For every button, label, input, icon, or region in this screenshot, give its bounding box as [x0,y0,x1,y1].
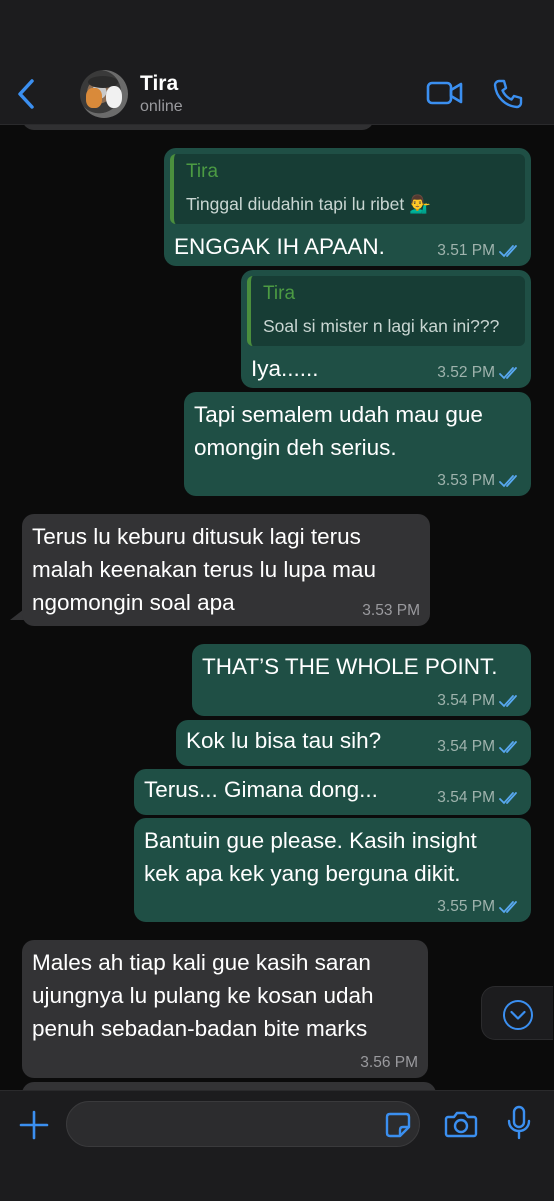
chevron-down-icon [503,1000,533,1030]
message-outgoing[interactable]: Bantuin gue please. Kasih insight kek ap… [134,818,531,922]
message-text-line: Terus lu keburu ditusuk lagi terus [32,524,361,549]
message-time: 3.54 PM [437,789,495,806]
message-time: 3.56 PM [360,1054,418,1071]
quote-text: Soal si mister n lagi kan ini??? [263,316,500,336]
message-outgoing[interactable]: Tira Tinggal diudahin tapi lu ribet 💁‍♂️… [164,148,531,266]
message-outgoing[interactable]: Tira Soal si mister n lagi kan ini??? Iy… [241,270,531,388]
camera-icon[interactable] [444,1109,478,1139]
message-meta: 3.53 PM [437,472,521,490]
video-call-icon[interactable] [426,78,464,108]
message-text-line: malah keenakan terus lu lupa mau [32,557,376,582]
message-text: THAT’S THE WHOLE POINT. [202,654,498,679]
quote-text: Tinggal diudahin tapi lu ribet 💁‍♂️ [186,194,431,214]
message-meta: 3.54 PM [437,738,521,756]
message-time: 3.55 PM [437,898,495,915]
contact-name[interactable]: Tira [140,72,178,96]
message-meta: 3.51 PM [437,242,521,260]
double-check-icon [499,741,517,754]
message-time: 3.53 PM [362,602,420,619]
contact-status: online [140,98,183,115]
message-outgoing[interactable]: Tapi semalem udah mau gue omongin deh se… [184,392,531,496]
message-incoming[interactable]: Males ah tiap kali gue kasih saran ujung… [22,940,428,1078]
message-incoming[interactable]: Terus lu keburu ditusuk lagi terus malah… [22,514,430,626]
message-time: 3.51 PM [437,242,495,259]
cut-off-message [22,1082,436,1090]
message-text-line: Tapi semalem udah mau gue [194,402,483,427]
message-text-line: ujungnya lu pulang ke kosan udah [32,983,374,1008]
message-time: 3.54 PM [437,692,495,709]
quoted-reply[interactable]: Tira Soal si mister n lagi kan ini??? [247,276,525,346]
message-meta: 3.56 PM [360,1054,418,1072]
message-outgoing[interactable]: THAT’S THE WHOLE POINT. 3.54 PM [192,644,531,716]
message-outgoing[interactable]: Terus... Gimana dong... 3.54 PM [134,769,531,815]
quote-author: Tira [186,161,219,182]
message-time: 3.53 PM [437,472,495,489]
message-input[interactable] [66,1101,420,1147]
double-check-icon [499,695,517,708]
plus-icon[interactable] [18,1109,50,1141]
message-meta: 3.54 PM [437,692,521,710]
message-meta: 3.55 PM [437,898,521,916]
microphone-icon[interactable] [506,1105,532,1141]
message-text-line: Bantuin gue please. Kasih insight [144,828,477,853]
double-check-icon [499,475,517,488]
message-meta: 3.52 PM [437,364,521,382]
message-text-line: Males ah tiap kali gue kasih saran [32,950,371,975]
double-check-icon [499,367,517,380]
message-list[interactable]: Tira Tinggal diudahin tapi lu ribet 💁‍♂️… [0,124,554,1090]
scroll-to-bottom-button[interactable] [481,986,553,1040]
message-time: 3.52 PM [437,364,495,381]
message-text-line: penuh sebadan-badan bite marks [32,1016,368,1041]
avatar[interactable] [80,70,128,118]
double-check-icon [499,245,517,258]
message-meta: 3.54 PM [437,789,521,807]
back-chevron-icon[interactable] [12,76,42,112]
message-text: ENGGAK IH APAAN. [174,234,385,259]
double-check-icon [499,792,517,805]
message-time: 3.54 PM [437,738,495,755]
message-text: Iya...... [251,356,319,381]
message-meta: 3.53 PM [362,602,420,620]
message-text-line: kek apa kek yang berguna dikit. [144,861,461,886]
quoted-reply[interactable]: Tira Tinggal diudahin tapi lu ribet 💁‍♂️ [170,154,525,224]
sticker-icon[interactable] [384,1111,412,1139]
message-outgoing[interactable]: Kok lu bisa tau sih? 3.54 PM [176,720,531,766]
phone-icon[interactable] [492,78,524,110]
double-check-icon [499,901,517,914]
composer-bar [0,1090,554,1201]
message-text-line: omongin deh serius. [194,435,397,460]
chat-header: Tira online [0,0,554,125]
quote-author: Tira [263,283,296,304]
